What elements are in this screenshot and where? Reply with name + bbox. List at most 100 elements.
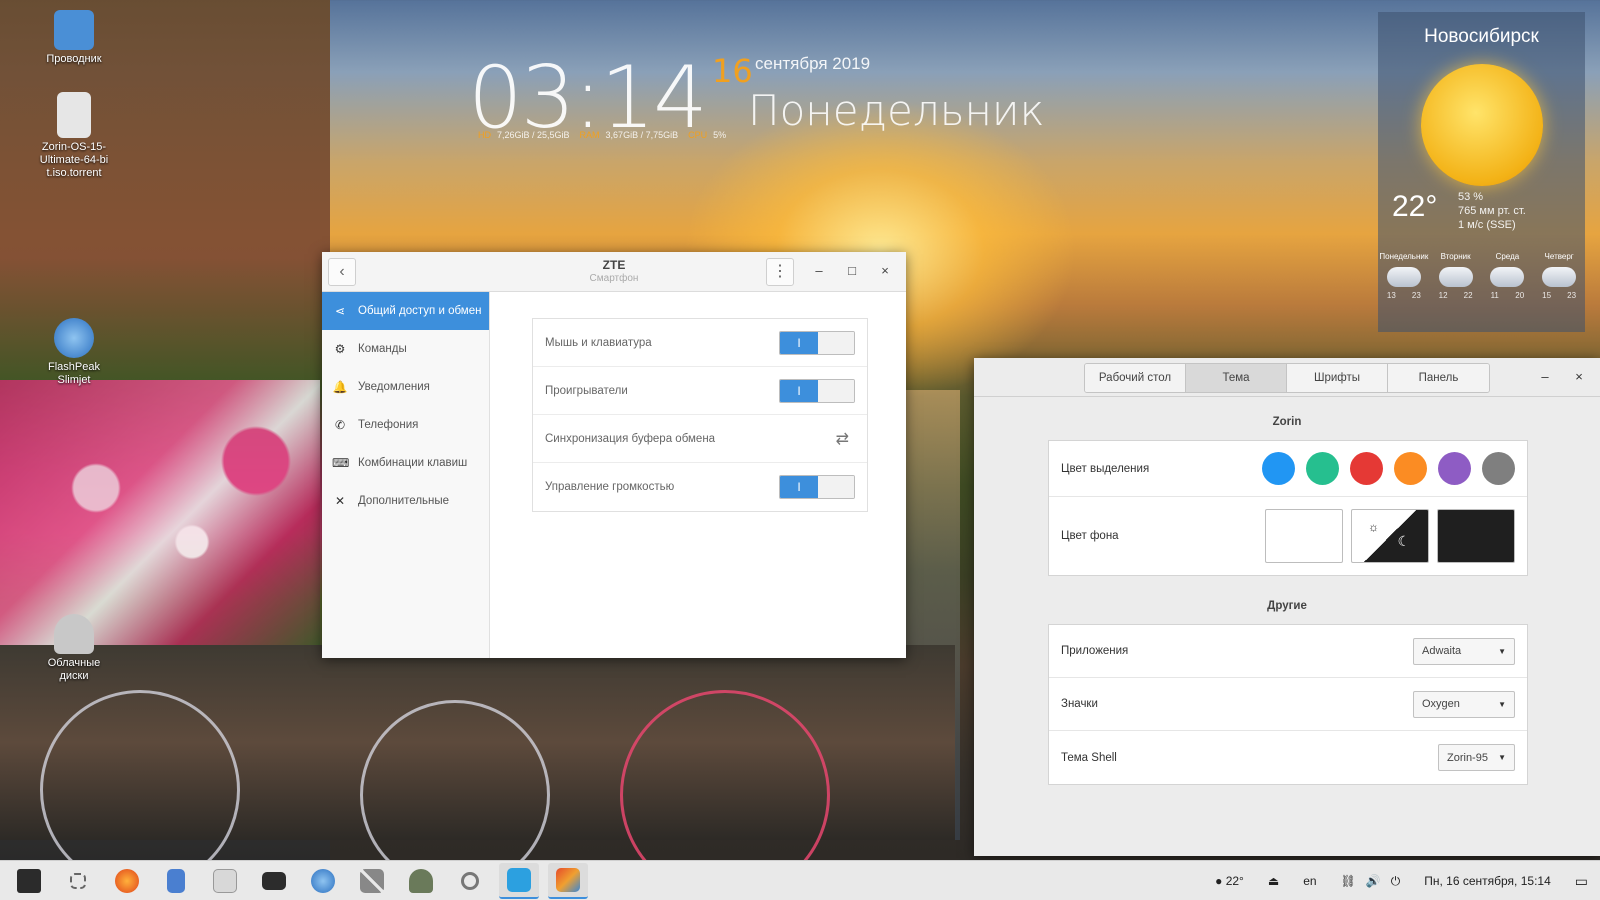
accent-swatch-blue[interactable] [1262,452,1295,485]
weather-widget: Новосибирск 22° 53 % 765 мм рт. ст. 1 м/… [1378,12,1585,332]
taskbar-settings[interactable] [352,863,392,899]
close-button[interactable]: × [1568,366,1590,388]
cpu-value: 5% [713,130,727,140]
minimize-button[interactable]: – [1534,366,1556,388]
tab-theme[interactable]: Тема [1186,364,1287,392]
clock-datetime[interactable]: Пн, 16 сентября, 15:14 [1424,874,1551,888]
system-tray: ● 22° ⏏ en ⛓ 🔊 ⏻ Пн, 16 сентября, 15:14 … [1215,861,1600,900]
tools-icon: ✕ [334,494,346,508]
bg-option-dark[interactable] [1437,509,1515,563]
network-icon[interactable]: ⛓ [1341,874,1356,888]
taskbar-appearance[interactable] [548,862,588,899]
taskbar-terminal[interactable] [254,863,294,899]
shell-theme-select[interactable]: Zorin-95 ▼ [1438,744,1515,771]
toggle-switch[interactable]: I [779,475,855,499]
sidebar-item-commands[interactable]: ⚙ Команды [322,330,489,368]
sidebar-item-notifications[interactable]: 🔔 Уведомления [322,368,489,406]
accent-swatch-gray[interactable] [1482,452,1515,485]
bg-option-auto[interactable]: ☼ ☾ [1351,509,1429,563]
desktop-icon-explorer[interactable]: Проводник [34,10,114,66]
tray-weather[interactable]: ● 22° [1215,874,1244,888]
taskbar-files[interactable] [156,863,196,899]
hd-value: 7,26GiB / 25,5GiB [497,130,570,140]
zorin-menu-button[interactable] [9,863,49,899]
background-color-label: Цвет фона [1061,530,1119,542]
setting-label: Значки [1061,698,1098,710]
sidebar-item-shortcuts[interactable]: ⌨ Комбинации клавиш [322,444,489,482]
chevron-down-icon: ▼ [1498,753,1506,762]
clock-day: 16 [712,52,753,90]
option-volume-control: Управление громкостью I [533,463,867,511]
taskbar-cat-app[interactable] [401,863,441,899]
power-icon[interactable]: ⏻ [1391,874,1401,889]
accent-swatch-green[interactable] [1306,452,1339,485]
bg-option-light[interactable] [1265,509,1343,563]
desktop-icon-slimjet[interactable]: FlashPeak Slimjet [34,318,114,387]
share-icon: ⋖ [334,304,346,318]
desktop-icon-label: Облачные диски [47,657,101,682]
tab-panel[interactable]: Панель [1388,364,1489,392]
toggle-switch[interactable]: I [779,378,855,403]
taskbar-kdeconnect[interactable] [499,862,539,899]
forecast-day-name: Четверг [1544,252,1574,261]
eject-icon[interactable]: ⏏ [1268,874,1279,888]
sync-icon[interactable]: ⇄ [779,429,855,449]
section-title-zorin: Zorin [1272,416,1302,428]
select-value: Zorin-95 [1447,751,1488,764]
icons-theme-select[interactable]: Oxygen ▼ [1413,690,1515,718]
minimize-button[interactable]: – [809,261,829,281]
maximize-button[interactable]: □ [842,261,862,281]
appearance-icon [556,867,580,892]
forecast-day-name: Вторник [1440,252,1471,261]
search-icon [461,871,479,890]
clock-weekday: Понедельник [748,86,1045,135]
option-label: Мышь и клавиатура [545,336,652,349]
zorin-menu-icon [17,868,41,893]
globe-icon [54,318,94,358]
taskbar-firefox[interactable] [107,863,147,899]
kdeconnect-titlebar: ‹ ZTE Смартфон ⋮ – □ × [322,252,906,292]
volume-icon[interactable]: 🔊 [1366,874,1381,888]
desktop-icon-torrent[interactable]: Zorin-OS-15-Ultimate-64-bit.iso.torrent [34,92,114,180]
keyboard-icon: ⌨ [332,456,350,470]
plugin-options-list: Мышь и клавиатура I Проигрыватели I Синх… [532,318,868,512]
desktop-icon-cloud[interactable]: Облачные диски [34,614,114,683]
accent-color-label: Цвет выделения [1061,462,1150,475]
taskbar-browser[interactable] [303,863,343,899]
option-mouse-keyboard: Мышь и клавиатура I [533,319,867,367]
forecast-hi: 15 [1542,291,1552,300]
forecast-lo: 20 [1515,291,1525,300]
close-button[interactable]: × [875,261,895,281]
workspaces-icon [70,872,86,889]
tray-weather-temp: 22° [1225,874,1244,888]
sun-icon: ☼ [1368,520,1379,534]
workspaces-button[interactable] [58,863,98,899]
tab-desktop[interactable]: Рабочий стол [1085,364,1186,392]
taskbar-store[interactable] [205,863,245,899]
option-clipboard-sync: Синхронизация буфера обмена ⇄ [533,415,867,463]
taskbar-search[interactable] [450,863,490,899]
show-desktop-icon[interactable]: ▭ [1575,873,1588,890]
accent-swatch-purple[interactable] [1438,452,1471,485]
setting-label: Приложения [1061,645,1129,657]
sidebar-item-telephony[interactable]: ✆ Телефония [322,406,489,444]
moon-icon: ☾ [1397,533,1410,549]
sidebar-item-sharing[interactable]: ⋖ Общий доступ и обмен [322,292,489,330]
other-settings-box: Приложения Adwaita ▼ Значки Oxygen ▼ Тем… [1048,624,1528,785]
accent-swatch-red[interactable] [1350,452,1383,485]
setting-label: Тема Shell [1061,751,1117,764]
accent-swatch-orange[interactable] [1394,452,1427,485]
desktop-icon-label: FlashPeak Slimjet [48,361,100,386]
weather-city: Новосибирск [1424,26,1539,47]
sidebar-item-advanced[interactable]: ✕ Дополнительные [322,482,489,520]
kdeconnect-window: ‹ ZTE Смартфон ⋮ – □ × ⋖ Общий доступ и … [322,252,906,658]
toggle-switch[interactable]: I [779,330,855,355]
keyboard-layout[interactable]: en [1303,874,1316,888]
desktop-icon-label: Zorin-OS-15-Ultimate-64-bit.iso.torrent [39,141,109,179]
menu-button[interactable]: ⋮ [766,258,794,286]
cloud-icon [1386,267,1421,287]
applications-theme-select[interactable]: Adwaita ▼ [1413,637,1515,665]
tab-fonts[interactable]: Шрифты [1287,364,1388,392]
weather-temp: 22° [1392,190,1438,223]
option-players: Проигрыватели I [533,367,867,415]
